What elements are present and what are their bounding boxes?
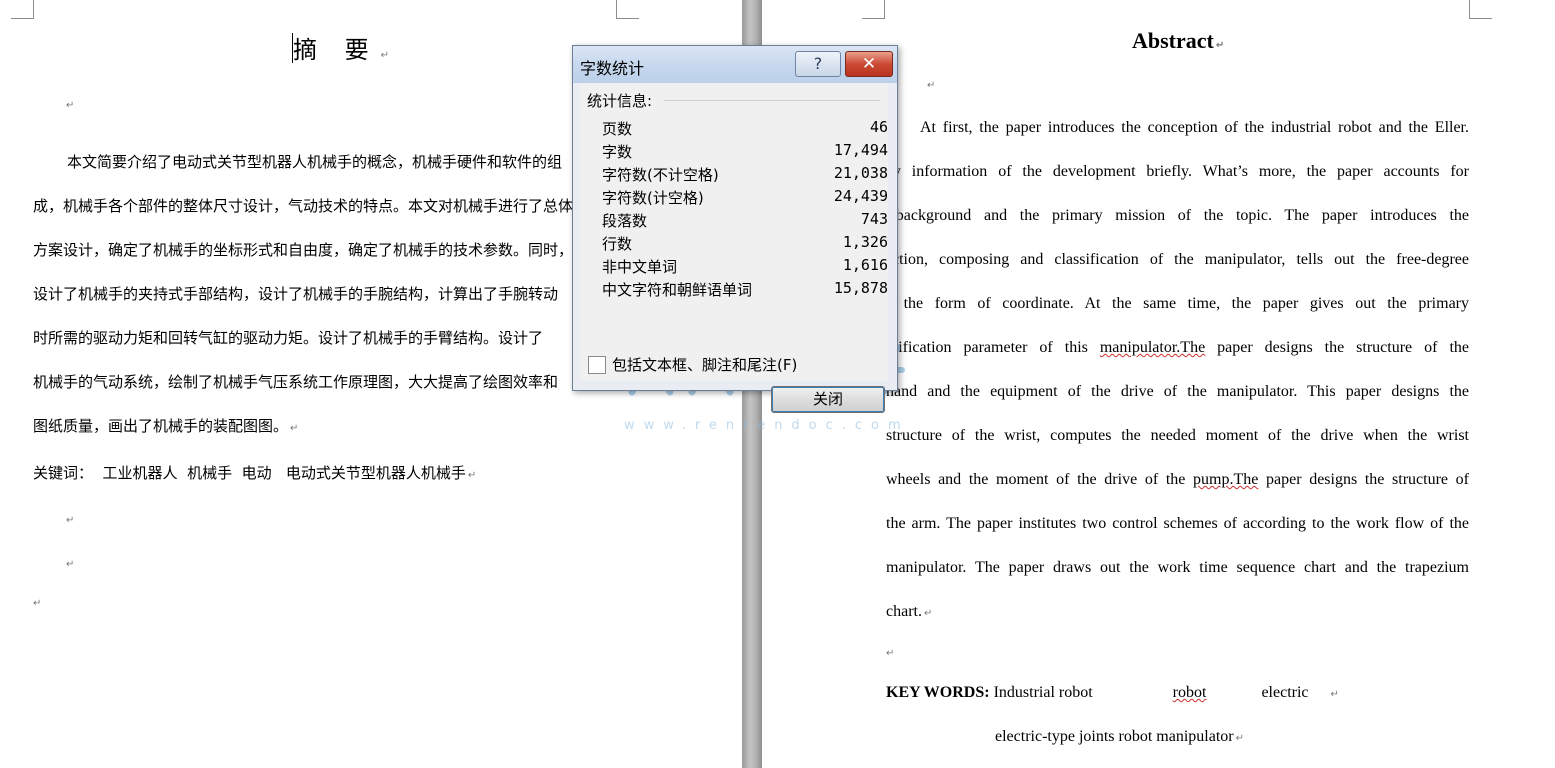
include-textboxes-checkbox[interactable] xyxy=(588,356,606,374)
paragraph-line: hand and the equipment of the drive of t… xyxy=(886,383,1469,400)
paragraph-mark: ↵ xyxy=(290,423,299,434)
stat-label: 字数 xyxy=(602,143,633,161)
paragraph-mark: ↵ xyxy=(66,515,75,526)
section-divider xyxy=(664,100,880,101)
abstract-en-title: Abstract ↵ xyxy=(1132,28,1225,53)
crop-mark xyxy=(862,0,885,19)
paragraph-line-text: 图纸质量，画出了机械手的装配图图。 xyxy=(33,417,289,435)
stat-value: 15,878 xyxy=(833,279,888,297)
keyword: electric-type joints robot manipulator xyxy=(995,728,1234,745)
stat-row-chars-with-spaces: 字符数(计空格) 24,439 xyxy=(602,187,888,210)
stat-row-lines: 行数 1,326 xyxy=(602,233,888,256)
spelling-flag[interactable]: pump.The xyxy=(1193,471,1258,488)
paragraph-line: unction, composing and classification of… xyxy=(876,251,1469,268)
stat-value: 24,439 xyxy=(833,187,888,205)
dialog-body: 统计信息: 页数 46 字数 17,494 字符数(不计空格) 21,038 字… xyxy=(580,83,888,413)
line-text: paper designs the structure of the xyxy=(1217,339,1470,356)
abstract-cn-title: 摘 要 ↵ xyxy=(293,36,400,64)
word-count-dialog[interactable]: 字数统计 ? ✕ 统计信息: 页数 46 字数 17,494 字符数(不计空格)… xyxy=(572,45,898,413)
paragraph-line: chart. ↵ xyxy=(886,590,1469,634)
crop-mark xyxy=(11,0,34,19)
paragraph-mark: ↵ xyxy=(66,559,75,570)
paragraph-line: wheels and the moment of the drive of th… xyxy=(886,458,1469,502)
stat-row-pages: 页数 46 xyxy=(602,118,888,141)
statistics-label: 统计信息: xyxy=(587,92,653,110)
keywords-cn-text: 关键词： 工业机器人 机械手 电动 电动式关节型机器人机械手 xyxy=(33,464,466,482)
keywords-en-line2[interactable]: electric-type joints robot manipulator ↵ xyxy=(995,728,1244,746)
help-button[interactable]: ? xyxy=(795,51,841,77)
paragraph-line: e background and the primary mission of … xyxy=(876,207,1469,224)
spelling-flag[interactable]: manipulator.The xyxy=(1100,339,1205,356)
crop-mark xyxy=(616,0,639,19)
paragraph-mark: ↵ xyxy=(927,80,936,91)
paragraph-line: airy information of the development brie… xyxy=(876,163,1469,180)
stat-value: 1,616 xyxy=(842,256,888,274)
keywords-en-label: KEY WORDS: xyxy=(886,684,990,701)
paragraph-mark: ↵ xyxy=(1330,689,1339,700)
line-text: pecification parameter of this xyxy=(876,339,1088,356)
keywords-en[interactable]: KEY WORDS: Industrial robot robot electric… xyxy=(886,684,1339,702)
paragraph-line: pecification parameter of this manipulat… xyxy=(876,326,1469,370)
stat-value: 1,326 xyxy=(842,233,888,251)
stat-value: 21,038 xyxy=(833,164,888,182)
dialog-titlebar[interactable]: 字数统计 ? ✕ xyxy=(573,46,897,83)
dialog-title: 字数统计 xyxy=(580,59,645,78)
stat-row-chars-no-spaces: 字符数(不计空格) 21,038 xyxy=(602,164,888,187)
close-button[interactable]: 关闭 xyxy=(771,386,885,413)
keyword: Industrial robot xyxy=(993,684,1093,701)
paragraph-mark: ↵ xyxy=(467,470,477,481)
stat-label: 段落数 xyxy=(602,212,648,230)
paragraph-line: At first, the paper introduces the conce… xyxy=(920,119,1469,136)
paragraph-line: structure of the wrist, computes the nee… xyxy=(886,427,1469,444)
abstract-en-paragraph[interactable]: At first, the paper introduces the conce… xyxy=(876,106,1469,634)
keywords-cn[interactable]: 关键词： 工业机器人 机械手 电动 电动式关节型机器人机械手 ↵ xyxy=(33,462,476,483)
stat-label: 字符数(计空格) xyxy=(602,189,704,207)
line-text: paper designs the structure of xyxy=(1266,471,1470,488)
stat-label: 行数 xyxy=(602,235,633,253)
paragraph-line: the arm. The paper institutes two contro… xyxy=(886,515,1469,532)
line-text: wheels and the moment of the drive of th… xyxy=(886,471,1186,488)
line-text: chart. xyxy=(886,603,922,620)
close-icon[interactable]: ✕ xyxy=(845,51,893,77)
stat-row-asian-characters: 中文字符和朝鲜语单词 15,878 xyxy=(602,279,888,302)
paragraph-line: nd the form of coordinate. At the same t… xyxy=(876,295,1469,312)
keyword: robot xyxy=(1172,684,1207,701)
paragraph-line: manipulator. The paper draws out the wor… xyxy=(886,559,1469,576)
paragraph-line: 图纸质量，画出了机械手的装配图图。 ↵ xyxy=(33,404,733,448)
paragraph-mark: ↵ xyxy=(1235,733,1244,744)
paragraph-mark: ↵ xyxy=(886,648,895,659)
stat-label: 非中文单词 xyxy=(602,258,678,276)
stat-label: 字符数(不计空格) xyxy=(602,166,719,184)
crop-mark xyxy=(1469,0,1492,19)
paragraph-mark: ↵ xyxy=(33,598,42,609)
stat-label: 中文字符和朝鲜语单词 xyxy=(602,281,753,299)
stat-row-words: 字数 17,494 xyxy=(602,141,888,164)
stat-value: 46 xyxy=(869,118,888,136)
stat-value: 17,494 xyxy=(833,141,888,159)
include-textboxes-label[interactable]: 包括文本框、脚注和尾注(F) xyxy=(612,354,797,375)
stat-row-non-chinese-words: 非中文单词 1,616 xyxy=(602,256,888,279)
paragraph-mark: ↵ xyxy=(923,608,933,619)
stat-value: 743 xyxy=(860,210,888,228)
stat-row-paragraphs: 段落数 743 xyxy=(602,210,888,233)
keyword: electric xyxy=(1261,684,1309,701)
stat-label: 页数 xyxy=(602,120,633,138)
paragraph-mark: ↵ xyxy=(66,100,75,111)
